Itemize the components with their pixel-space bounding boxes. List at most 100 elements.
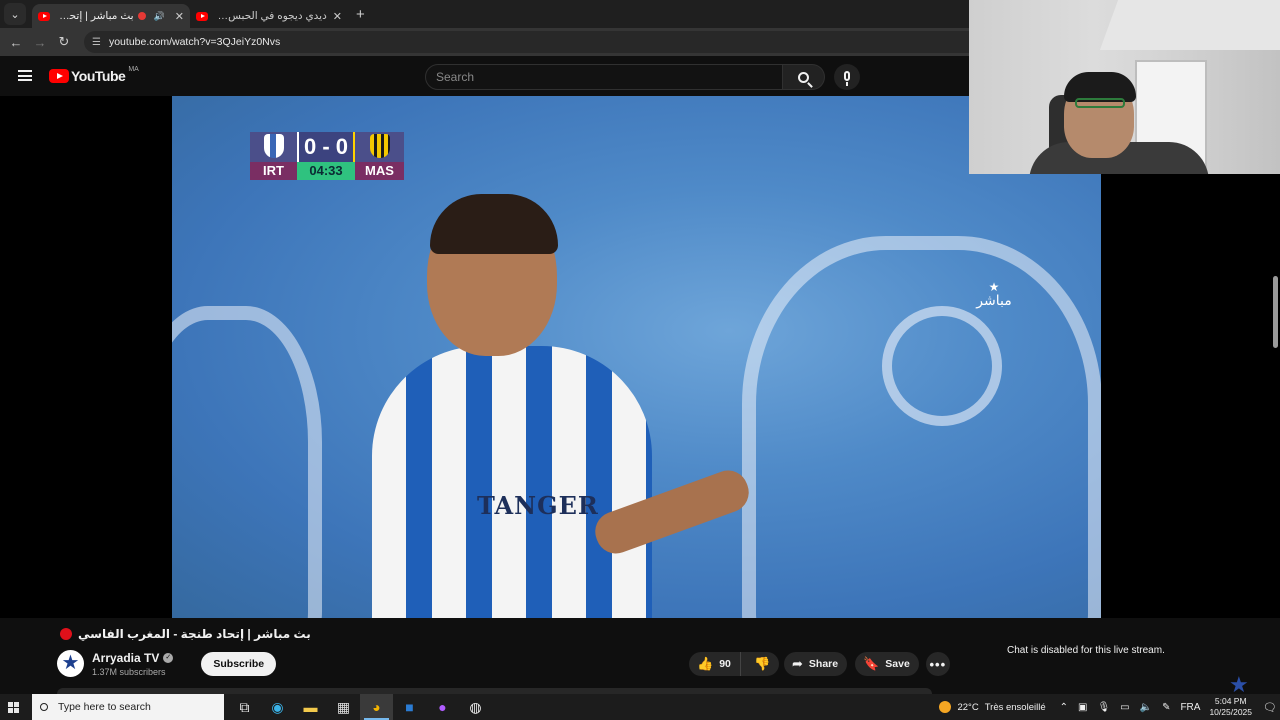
url-text: youtube.com/watch?v=3QJeiYz0Nvs [108, 36, 281, 48]
match-clock: 04:33 [297, 162, 355, 180]
messenger-app-icon[interactable]: ● [426, 694, 459, 720]
microphone-tray-icon[interactable]: 🎙 [1097, 702, 1110, 713]
channel-meta: Arryadia TV ✓ 1.37M subscribers [92, 651, 174, 677]
tray-app-icon[interactable]: ▣ [1078, 702, 1087, 713]
away-team-abbr: MAS [355, 162, 404, 180]
match-scoreboard: IRT 0 - 0 04:33 MAS [250, 132, 404, 180]
audio-playing-icon[interactable]: 🔊 [154, 11, 165, 22]
site-info-icon[interactable]: ☰ [92, 37, 101, 48]
chrome-browser-icon[interactable]: ◕ [360, 694, 393, 720]
like-dislike-group: 👍 90 👎 [689, 652, 779, 676]
star-icon: ★ [988, 280, 1000, 294]
youtube-wordmark: YouTube [71, 68, 126, 84]
close-tab-icon[interactable]: ✕ [175, 10, 184, 23]
edge-browser-icon[interactable]: ◉ [261, 694, 294, 720]
webcam-ceiling [1099, 0, 1280, 50]
weather-description[interactable]: Très ensoleillé [985, 702, 1046, 713]
microphone-icon [844, 71, 850, 86]
recording-app-icon[interactable]: ◍ [459, 694, 492, 720]
live-indicator-icon [60, 628, 72, 640]
tab-second[interactable]: ديدي ديجوه في الحبس | بنت كانا ✕ [190, 4, 348, 28]
background-crest-left [172, 306, 322, 618]
video-frame[interactable]: TANGER IRT 0 - 0 04:33 MAS [172, 96, 1101, 618]
live-label: مباشر [976, 292, 1012, 308]
system-clock[interactable]: 5:04 PM 10/25/2025 [1209, 696, 1252, 718]
youtube-logo[interactable]: YouTube MA [49, 66, 139, 84]
tab-title: بث مباشر | إتحاد طنجة [58, 10, 134, 22]
weather-temperature[interactable]: 22°C [957, 702, 978, 713]
page-scrollbar[interactable] [1273, 276, 1278, 348]
share-label: Share [808, 658, 839, 670]
save-label: Save [885, 658, 910, 670]
channel-name-row[interactable]: Arryadia TV ✓ [92, 651, 174, 665]
more-icon: ••• [929, 656, 947, 672]
youtube-favicon-icon [196, 11, 208, 21]
verified-badge-icon: ✓ [163, 652, 174, 663]
video-player[interactable]: TANGER IRT 0 - 0 04:33 MAS ★ مباشر ★ [0, 96, 1280, 697]
webcam-person-glasses [1075, 98, 1125, 108]
close-tab-icon[interactable]: ✕ [333, 10, 342, 23]
channel-row: ★ Arryadia TV ✓ 1.37M subscribers Subscr… [57, 650, 277, 677]
voice-search-button[interactable] [834, 64, 860, 90]
search-button[interactable] [783, 64, 825, 90]
home-team-abbr: IRT [250, 162, 297, 180]
channel-name[interactable]: Arryadia TV [92, 651, 159, 665]
jersey-sponsor-text: TANGER [477, 491, 599, 520]
microsoft-store-icon[interactable]: ▦ [327, 694, 360, 720]
more-actions-button[interactable]: ••• [925, 652, 950, 676]
youtube-play-icon [49, 69, 69, 83]
home-team-block: IRT [250, 132, 297, 180]
reload-icon[interactable]: ↻ [52, 34, 76, 50]
volume-icon[interactable]: 🔈 [1140, 702, 1152, 713]
footballer-hair [430, 194, 558, 254]
search-icon [798, 71, 809, 83]
share-button[interactable]: ➦ Share [784, 652, 848, 676]
subscribe-button[interactable]: Subscribe [201, 651, 277, 676]
search-box [425, 64, 825, 90]
video-actions: 👍 90 👎 ➦ Share 🔖 Save ••• [689, 652, 950, 676]
broadcast-live-badge: ★ مباشر [975, 280, 1013, 309]
outlook-icon[interactable]: ■ [393, 694, 426, 720]
webcam-overlay [969, 0, 1280, 174]
away-team-block: MAS [355, 132, 404, 180]
pen-icon[interactable]: ✎ [1162, 702, 1170, 713]
input-language[interactable]: FRA [1180, 702, 1200, 713]
like-count: 90 [719, 658, 731, 670]
search-input[interactable] [425, 64, 783, 90]
taskbar-search[interactable]: Type here to search [32, 694, 224, 720]
video-title-row: بث مباشر | إتحاد طنجة - المغرب الفاسي [60, 627, 311, 641]
show-hidden-icons-icon[interactable]: ⌃ [1060, 702, 1068, 713]
background-ball-emblem [882, 306, 1002, 426]
dislike-button[interactable]: 👎 [741, 656, 776, 672]
task-view-icon[interactable]: ⧉ [228, 694, 261, 720]
save-button[interactable]: 🔖 Save [855, 652, 919, 676]
forward-arrow-icon[interactable]: → [28, 35, 52, 50]
score-block: 0 - 0 04:33 [297, 132, 355, 180]
back-arrow-icon[interactable]: ← [4, 35, 28, 50]
new-tab-button[interactable]: + [356, 6, 365, 23]
youtube-favicon-icon [38, 11, 50, 21]
background-crest [742, 236, 1101, 618]
menu-icon[interactable] [18, 70, 32, 81]
system-tray: 22°C Très ensoleillé ⌃ ▣ 🎙 ▭ 🔈 ✎ FRA 5:0… [939, 694, 1280, 720]
like-button[interactable]: 👍 90 [689, 652, 741, 676]
clock-date: 10/25/2025 [1209, 707, 1252, 717]
taskbar-search-placeholder: Type here to search [58, 701, 151, 713]
clock-time: 5:04 PM [1214, 696, 1247, 706]
search-icon [40, 703, 48, 711]
chat-disabled-message: Chat is disabled for this live stream. [1007, 645, 1165, 656]
file-explorer-icon[interactable]: ▬ [294, 694, 327, 720]
network-icon[interactable]: ▭ [1120, 702, 1129, 713]
notifications-icon[interactable]: 🗨 [1260, 694, 1280, 720]
tab-search-menu-button[interactable]: ⌄ [4, 3, 26, 25]
share-arrow-icon: ➦ [792, 656, 803, 671]
subscriber-count: 1.37M subscribers [92, 666, 166, 677]
tab-live-stream[interactable]: بث مباشر | إتحاد طنجة 🔊 ✕ [32, 4, 190, 28]
thumbs-down-icon: 👎 [754, 656, 771, 671]
bookmark-icon: 🔖 [863, 656, 880, 671]
thumbs-up-icon: 👍 [697, 656, 714, 671]
channel-avatar[interactable]: ★ [57, 650, 84, 677]
match-score: 0 - 0 [297, 132, 355, 162]
weather-sun-icon[interactable] [939, 701, 952, 713]
windows-start-icon[interactable] [0, 694, 26, 720]
